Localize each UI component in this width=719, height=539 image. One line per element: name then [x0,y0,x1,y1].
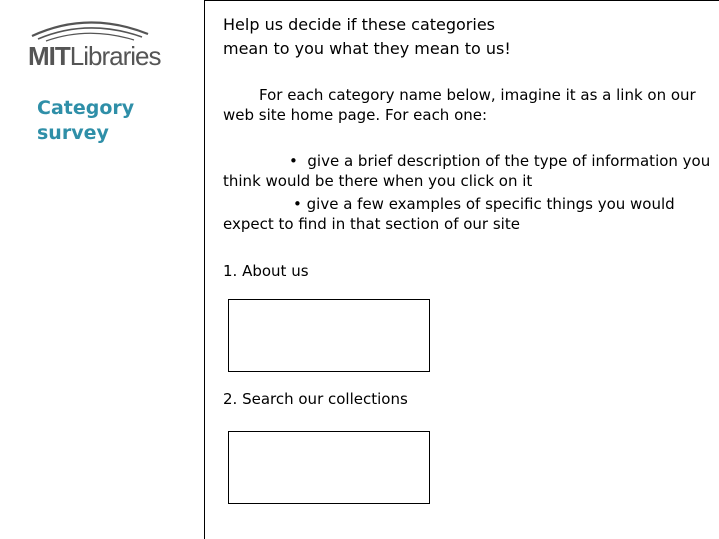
question-label-about-us: 1. About us [223,262,309,280]
page-title: Category survey [37,97,135,144]
bullet-item-2: • give a few examples of specific things… [223,194,719,234]
logo-libraries: Libraries [69,41,162,71]
question-label-search-collections: 2. Search our collections [223,390,408,408]
heading-line-2: mean to you what they mean to us! [223,39,511,58]
answer-field-search-collections[interactable] [228,431,430,504]
bullet-icon: • [293,195,302,213]
mit-libraries-logo[interactable]: MITLibraries [28,14,161,72]
answer-field-about-us[interactable] [228,299,430,372]
logo-mit: MIT [28,41,71,71]
vertical-divider [204,0,205,539]
bullet-text-2: give a few examples of specific things y… [223,195,675,233]
sidebar: MITLibraries Category survey [0,0,204,539]
logo-arc-icon [31,21,149,42]
intro-paragraph: For each category name below, imagine it… [223,86,696,124]
bullet-item-1: • give a brief description of the type o… [223,151,719,191]
bullet-icon: • [289,152,298,170]
heading-line-1: Help us decide if these categories [223,15,496,34]
top-border [204,0,719,1]
survey-page: MITLibraries Category survey Help us dec… [0,0,719,539]
logo-wordmark: MITLibraries [28,41,162,71]
survey-heading: Help us decide if these categories mean … [223,13,719,61]
